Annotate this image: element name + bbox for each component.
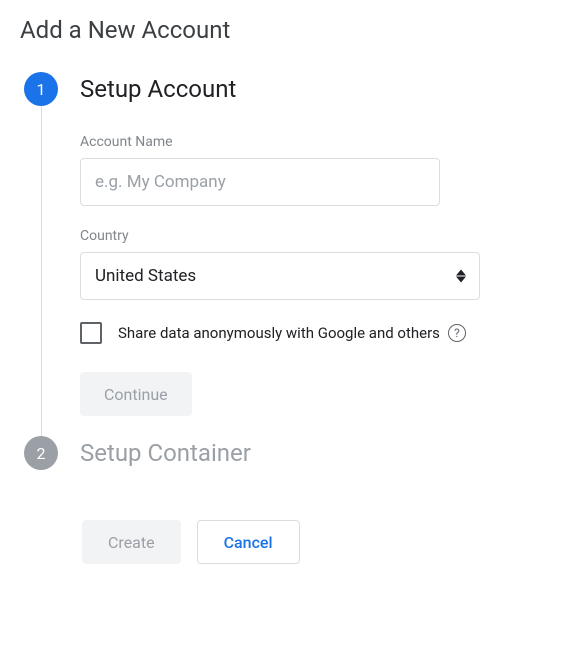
step-1-body: Account Name Country United States Share… bbox=[80, 134, 555, 416]
share-data-checkbox[interactable] bbox=[80, 322, 102, 344]
step-2-badge: 2 bbox=[24, 436, 58, 470]
account-name-label: Account Name bbox=[80, 134, 555, 150]
steps-container: 1 Setup Account Account Name Country Uni… bbox=[20, 72, 555, 480]
step-2-title: Setup Container bbox=[80, 436, 555, 470]
share-data-label: Share data anonymously with Google and o… bbox=[118, 324, 440, 342]
step-connector-line bbox=[41, 106, 42, 436]
page-title: Add a New Account bbox=[20, 16, 555, 44]
share-data-label-wrapper: Share data anonymously with Google and o… bbox=[118, 324, 466, 342]
account-name-field-group: Account Name bbox=[80, 134, 555, 206]
help-icon[interactable]: ? bbox=[448, 324, 466, 342]
step-1: 1 Setup Account Account Name Country Uni… bbox=[20, 72, 555, 436]
country-label: Country bbox=[80, 228, 555, 244]
country-select-wrapper: United States bbox=[80, 252, 480, 300]
step-1-title: Setup Account bbox=[80, 72, 555, 106]
step-2: 2 Setup Container bbox=[20, 436, 555, 480]
create-button[interactable]: Create bbox=[82, 520, 181, 564]
account-name-input[interactable] bbox=[80, 158, 440, 206]
continue-button[interactable]: Continue bbox=[80, 372, 192, 416]
country-select[interactable]: United States bbox=[80, 252, 480, 300]
footer-actions: Create Cancel bbox=[82, 520, 555, 564]
share-data-row: Share data anonymously with Google and o… bbox=[80, 322, 555, 344]
step-1-badge: 1 bbox=[24, 72, 58, 106]
country-field-group: Country United States bbox=[80, 228, 555, 300]
cancel-button[interactable]: Cancel bbox=[197, 520, 300, 564]
